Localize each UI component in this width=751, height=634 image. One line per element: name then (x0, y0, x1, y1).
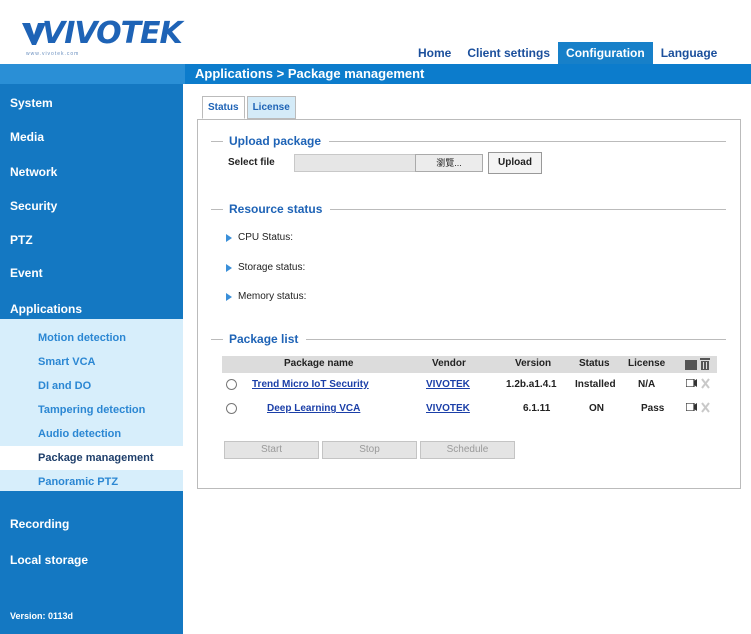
sidebar-item-recording[interactable]: Recording (0, 507, 183, 541)
col-package-name: Package name (284, 358, 354, 369)
col-license: License (628, 358, 666, 369)
expand-arrow-icon (226, 292, 232, 301)
package-select-radio[interactable] (226, 379, 237, 390)
version-label: Version: 0113d (10, 611, 74, 621)
section-dash (211, 140, 223, 142)
col-status: Status (579, 358, 610, 369)
package-section-header: Package list (211, 332, 726, 346)
sidebar-item-local-storage[interactable]: Local storage (0, 543, 183, 577)
storage-status-label: Storage status: (238, 262, 306, 273)
table-row: Trend Micro IoT Security VIVOTEK 1.2b.a1… (222, 375, 717, 397)
start-button[interactable]: Start (224, 441, 319, 459)
table-row: Deep Learning VCA VIVOTEK 6.1.11 ON Pass (222, 399, 717, 421)
subitem-smart-vca[interactable]: Smart VCA (0, 350, 183, 374)
tab-status[interactable]: Status (202, 96, 245, 119)
sidebar-item-ptz[interactable]: PTZ (0, 223, 183, 257)
camera-header-icon (685, 360, 697, 370)
package-version: 6.1.11 (523, 403, 551, 414)
package-select-radio[interactable] (226, 403, 237, 414)
vivotek-logo[interactable]: VIVOTEK www.vivotek.com (20, 15, 183, 57)
upload-button[interactable]: Upload (488, 152, 542, 174)
nav-language[interactable]: Language (653, 42, 726, 64)
camera-icon[interactable] (686, 379, 697, 387)
resource-section-title: Resource status (229, 202, 323, 216)
tab-bar: Status License (202, 96, 298, 119)
vendor-link[interactable]: VIVOTEK (426, 379, 470, 390)
subitem-motion-detection[interactable]: Motion detection (0, 326, 183, 350)
section-line (306, 338, 726, 340)
section-dash (211, 338, 223, 340)
sidebar-item-system[interactable]: System (0, 86, 183, 120)
storage-status-row[interactable]: Storage status: (226, 262, 305, 273)
upload-section-title: Upload package (229, 134, 322, 148)
select-file-label: Select file (228, 157, 275, 168)
vendor-link[interactable]: VIVOTEK (426, 403, 470, 414)
applications-submenu: Motion detection Smart VCA DI and DO Tam… (0, 319, 183, 491)
nav-home[interactable]: Home (410, 42, 459, 64)
subitem-package-management[interactable]: Package management (0, 446, 183, 470)
nav-client-settings[interactable]: Client settings (459, 42, 558, 64)
header: VIVOTEK www.vivotek.com Home Client sett… (0, 0, 751, 64)
content-panel: Upload package Select file 瀏覽... Upload … (197, 119, 741, 489)
subitem-audio-detection[interactable]: Audio detection (0, 422, 183, 446)
sidebar-item-network[interactable]: Network (0, 155, 183, 189)
remove-icon[interactable] (701, 378, 710, 389)
expand-arrow-icon (226, 263, 232, 272)
sidebar-item-security[interactable]: Security (0, 189, 183, 223)
cpu-status-label: CPU Status: (238, 232, 294, 243)
logo-url: www.vivotek.com (26, 51, 80, 57)
package-section-title: Package list (229, 332, 299, 346)
memory-status-row[interactable]: Memory status: (226, 291, 306, 302)
nav-configuration[interactable]: Configuration (558, 42, 653, 64)
subitem-di-and-do[interactable]: DI and DO (0, 374, 183, 398)
sidebar-item-media[interactable]: Media (0, 120, 183, 154)
title-bar-left-strip (0, 64, 185, 84)
package-name-link[interactable]: Deep Learning VCA (267, 403, 360, 414)
subitem-panoramic-ptz[interactable]: Panoramic PTZ (0, 470, 183, 494)
top-nav: Home Client settings Configuration Langu… (410, 42, 725, 64)
stop-button[interactable]: Stop (322, 441, 417, 459)
package-version: 1.2b.a1.4.1 (506, 379, 557, 390)
col-vendor: Vendor (432, 358, 466, 369)
package-status: Installed (575, 379, 616, 390)
col-version: Version (515, 358, 552, 369)
package-license: N/A (638, 379, 656, 390)
upload-section-header: Upload package (211, 134, 726, 148)
camera-icon[interactable] (686, 403, 697, 411)
trash-header-icon (700, 358, 710, 370)
package-table-header: Package name Vendor Version Status Licen… (222, 356, 717, 373)
logo-wordmark: VIVOTEK (42, 16, 183, 51)
sidebar-item-event[interactable]: Event (0, 256, 183, 290)
package-name-link[interactable]: Trend Micro IoT Security (252, 379, 369, 390)
cpu-status-row[interactable]: CPU Status: (226, 232, 293, 243)
resource-section-header: Resource status (211, 202, 726, 216)
subitem-tampering-detection[interactable]: Tampering detection (0, 398, 183, 422)
section-line (329, 140, 726, 142)
memory-status-label: Memory status: (238, 291, 307, 302)
sidebar: System Media Network Security PTZ Event … (0, 84, 183, 634)
section-dash (211, 208, 223, 210)
page-title: Applications > Package management (195, 66, 425, 81)
browse-button[interactable]: 瀏覽... (415, 154, 483, 172)
tab-license[interactable]: License (246, 96, 296, 119)
remove-icon[interactable] (701, 402, 710, 413)
package-license: Pass (641, 403, 665, 414)
schedule-button[interactable]: Schedule (420, 441, 515, 459)
title-bar: Applications > Package management (0, 64, 751, 84)
package-status: ON (589, 403, 604, 414)
expand-arrow-icon (226, 233, 232, 242)
section-line (330, 208, 726, 210)
